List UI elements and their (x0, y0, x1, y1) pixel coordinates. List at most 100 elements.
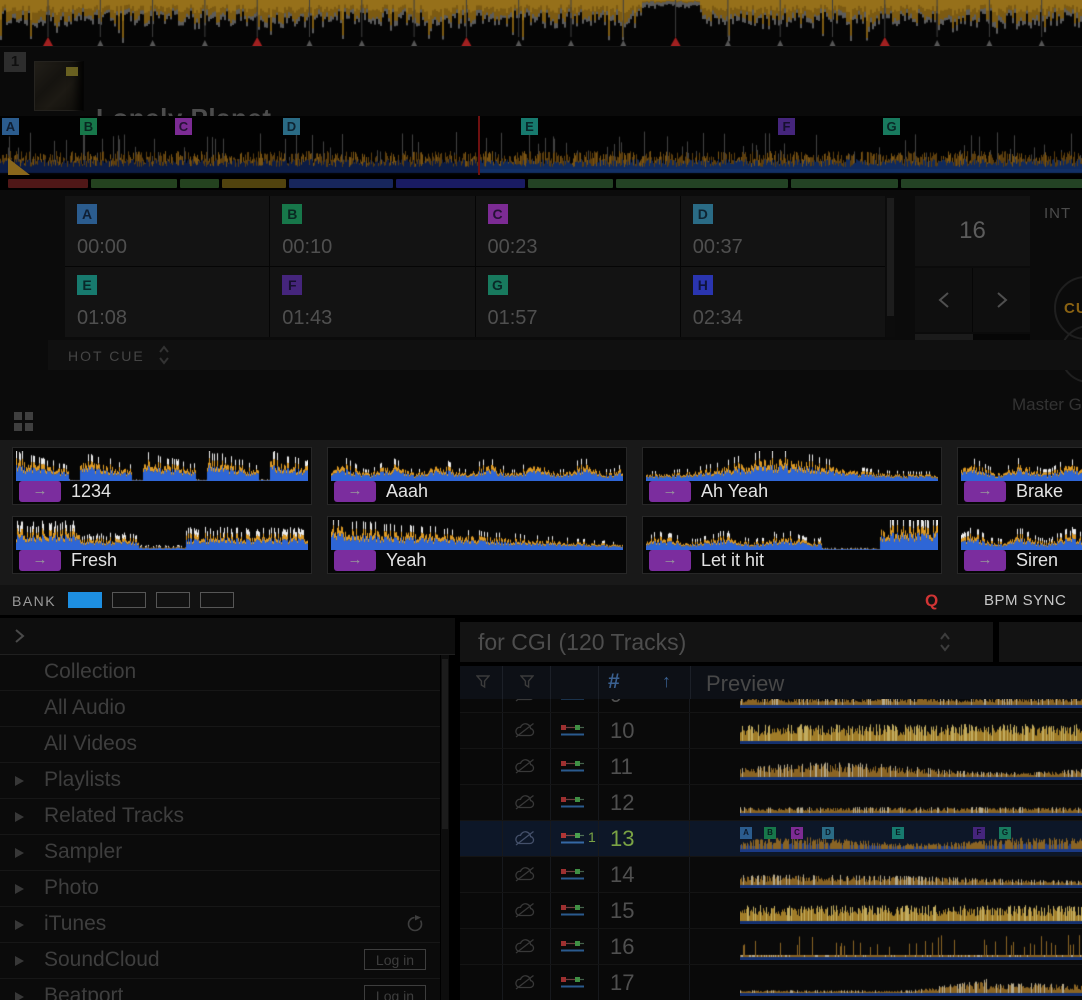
waveform-cue-e[interactable]: E (521, 118, 538, 135)
sidebar-item-collection[interactable]: Collection (0, 655, 440, 691)
loop-halve-button[interactable] (915, 268, 972, 332)
sidebar-item-beatport[interactable]: Beatport Log in (0, 979, 440, 1000)
expand-triangle-icon[interactable] (15, 848, 24, 858)
waveform-cue-c[interactable]: C (175, 118, 192, 135)
sample-play-button[interactable]: → (19, 550, 61, 571)
sample-play-button[interactable]: → (19, 481, 61, 502)
hot-cue-pad-e[interactable]: E 01:08 (65, 267, 269, 337)
hot-cue-pad-f[interactable]: F 01:43 (270, 267, 474, 337)
crate-title-bar[interactable]: for CGI (120 Tracks) (460, 622, 993, 662)
quantize-button[interactable]: Q (925, 591, 938, 611)
track-preview[interactable] (690, 965, 1082, 1000)
expand-triangle-icon[interactable] (15, 992, 24, 1000)
hot-cue-pad-a[interactable]: A 00:00 (65, 196, 269, 266)
sample-slot-7[interactable]: → Let it hit (642, 516, 942, 574)
login-button[interactable]: Log in (364, 985, 426, 1000)
track-cell-cues (550, 929, 599, 964)
beatgrid-overview[interactable] (0, 0, 1082, 47)
loop-double-button[interactable] (973, 268, 1030, 332)
track-row[interactable]: 15 (460, 893, 1082, 929)
sampler-bank-bar: BANK Q BPM SYNC (0, 585, 1082, 615)
sidebar-item-sampler[interactable]: Sampler (0, 835, 440, 871)
sample-slot-2[interactable]: → Aaah (327, 447, 627, 505)
track-cell-cloud (502, 785, 551, 820)
pad-scrollbar[interactable] (886, 196, 895, 337)
pad-mode-selector[interactable] (158, 344, 170, 371)
refresh-icon[interactable] (406, 915, 424, 933)
bank-label: BANK (12, 593, 56, 609)
track-preview[interactable] (690, 785, 1082, 820)
expand-triangle-icon[interactable] (15, 956, 24, 966)
expand-triangle-icon[interactable] (15, 776, 24, 786)
waveform-cue-b[interactable]: B (80, 118, 97, 135)
hot-cue-pad-h[interactable]: H 02:34 (681, 267, 885, 337)
track-row[interactable]: 11 (460, 749, 1082, 785)
sample-slot-8[interactable]: → Siren (957, 516, 1082, 574)
track-preview[interactable] (690, 929, 1082, 964)
waveform-cue-d[interactable]: D (283, 118, 300, 135)
sidebar-item-all-audio[interactable]: All Audio (0, 691, 440, 727)
hot-cue-pad-g[interactable]: G 01:57 (476, 267, 680, 337)
track-preview[interactable] (690, 893, 1082, 928)
track-row[interactable]: 14 (460, 857, 1082, 893)
filter-icon[interactable] (520, 675, 534, 689)
expand-triangle-icon[interactable] (15, 812, 24, 822)
sidebar-item-all-videos[interactable]: All Videos (0, 727, 440, 763)
pad-grid-view-icon[interactable] (14, 412, 34, 432)
sample-play-button[interactable]: → (649, 550, 691, 571)
waveform-cue-a[interactable]: A (2, 118, 19, 135)
track-row[interactable]: 16 (460, 929, 1082, 965)
track-row-selected[interactable]: 1 13 A B C D E F G (460, 821, 1082, 857)
sidebar-item-itunes[interactable]: iTunes (0, 907, 440, 943)
hot-cue-pad-d[interactable]: D 00:37 (681, 196, 885, 266)
bank-3-button[interactable] (156, 592, 190, 608)
waveform-cue-g[interactable]: G (883, 118, 900, 135)
sample-play-button[interactable]: → (964, 481, 1006, 502)
deck-waveform[interactable]: A B C D E F G (0, 116, 1082, 175)
column-preview[interactable]: Preview (706, 671, 784, 697)
sidebar-item-label: Related Tracks (44, 804, 184, 828)
waveform-cue-f[interactable]: F (778, 118, 795, 135)
track-row[interactable]: 17 (460, 965, 1082, 1000)
sort-ascending-icon[interactable]: ↑ (662, 671, 671, 692)
track-preview[interactable] (690, 699, 1082, 712)
hot-cue-pad-c[interactable]: C 00:23 (476, 196, 680, 266)
cloud-offline-icon (513, 974, 537, 996)
hot-cue-pad-b[interactable]: B 00:10 (270, 196, 474, 266)
sidebar-scrollbar[interactable] (441, 655, 449, 1000)
track-row[interactable]: 12 (460, 785, 1082, 821)
expand-right-icon[interactable] (14, 628, 26, 644)
bank-2-button[interactable] (112, 592, 146, 608)
arrow-right-icon: → (663, 551, 678, 568)
track-row[interactable]: 9 (460, 699, 1082, 713)
track-preview[interactable] (690, 713, 1082, 748)
sample-play-button[interactable]: → (649, 481, 691, 502)
track-preview[interactable]: A B C D E F G (690, 821, 1082, 856)
sample-slot-4[interactable]: → Brake (957, 447, 1082, 505)
expand-triangle-icon[interactable] (15, 920, 24, 930)
bank-1-button[interactable] (68, 592, 102, 608)
track-preview[interactable] (690, 749, 1082, 784)
column-number[interactable]: # (608, 670, 620, 694)
sidebar-item-soundcloud[interactable]: SoundCloud Log in (0, 943, 440, 979)
filter-icon[interactable] (476, 675, 490, 689)
sidebar-item-related-tracks[interactable]: Related Tracks (0, 799, 440, 835)
sample-slot-3[interactable]: → Ah Yeah (642, 447, 942, 505)
preview-waveform (740, 754, 1082, 780)
sample-waveform (16, 451, 308, 481)
bpm-sync-button[interactable]: BPM SYNC (984, 592, 1066, 609)
expand-triangle-icon[interactable] (15, 884, 24, 894)
track-row[interactable]: 10 (460, 713, 1082, 749)
sidebar-item-playlists[interactable]: Playlists (0, 763, 440, 799)
sample-slot-6[interactable]: → Yeah (327, 516, 627, 574)
sample-play-button[interactable]: → (964, 550, 1006, 571)
login-button[interactable]: Log in (364, 949, 426, 970)
sample-slot-5[interactable]: → Fresh (12, 516, 312, 574)
crate-selector[interactable] (939, 630, 951, 659)
sample-play-button[interactable]: → (334, 481, 376, 502)
sample-play-button[interactable]: → (334, 550, 376, 571)
sample-slot-1[interactable]: → 1234 (12, 447, 312, 505)
track-preview[interactable] (690, 857, 1082, 892)
bank-4-button[interactable] (200, 592, 234, 608)
sidebar-item-photo[interactable]: Photo (0, 871, 440, 907)
